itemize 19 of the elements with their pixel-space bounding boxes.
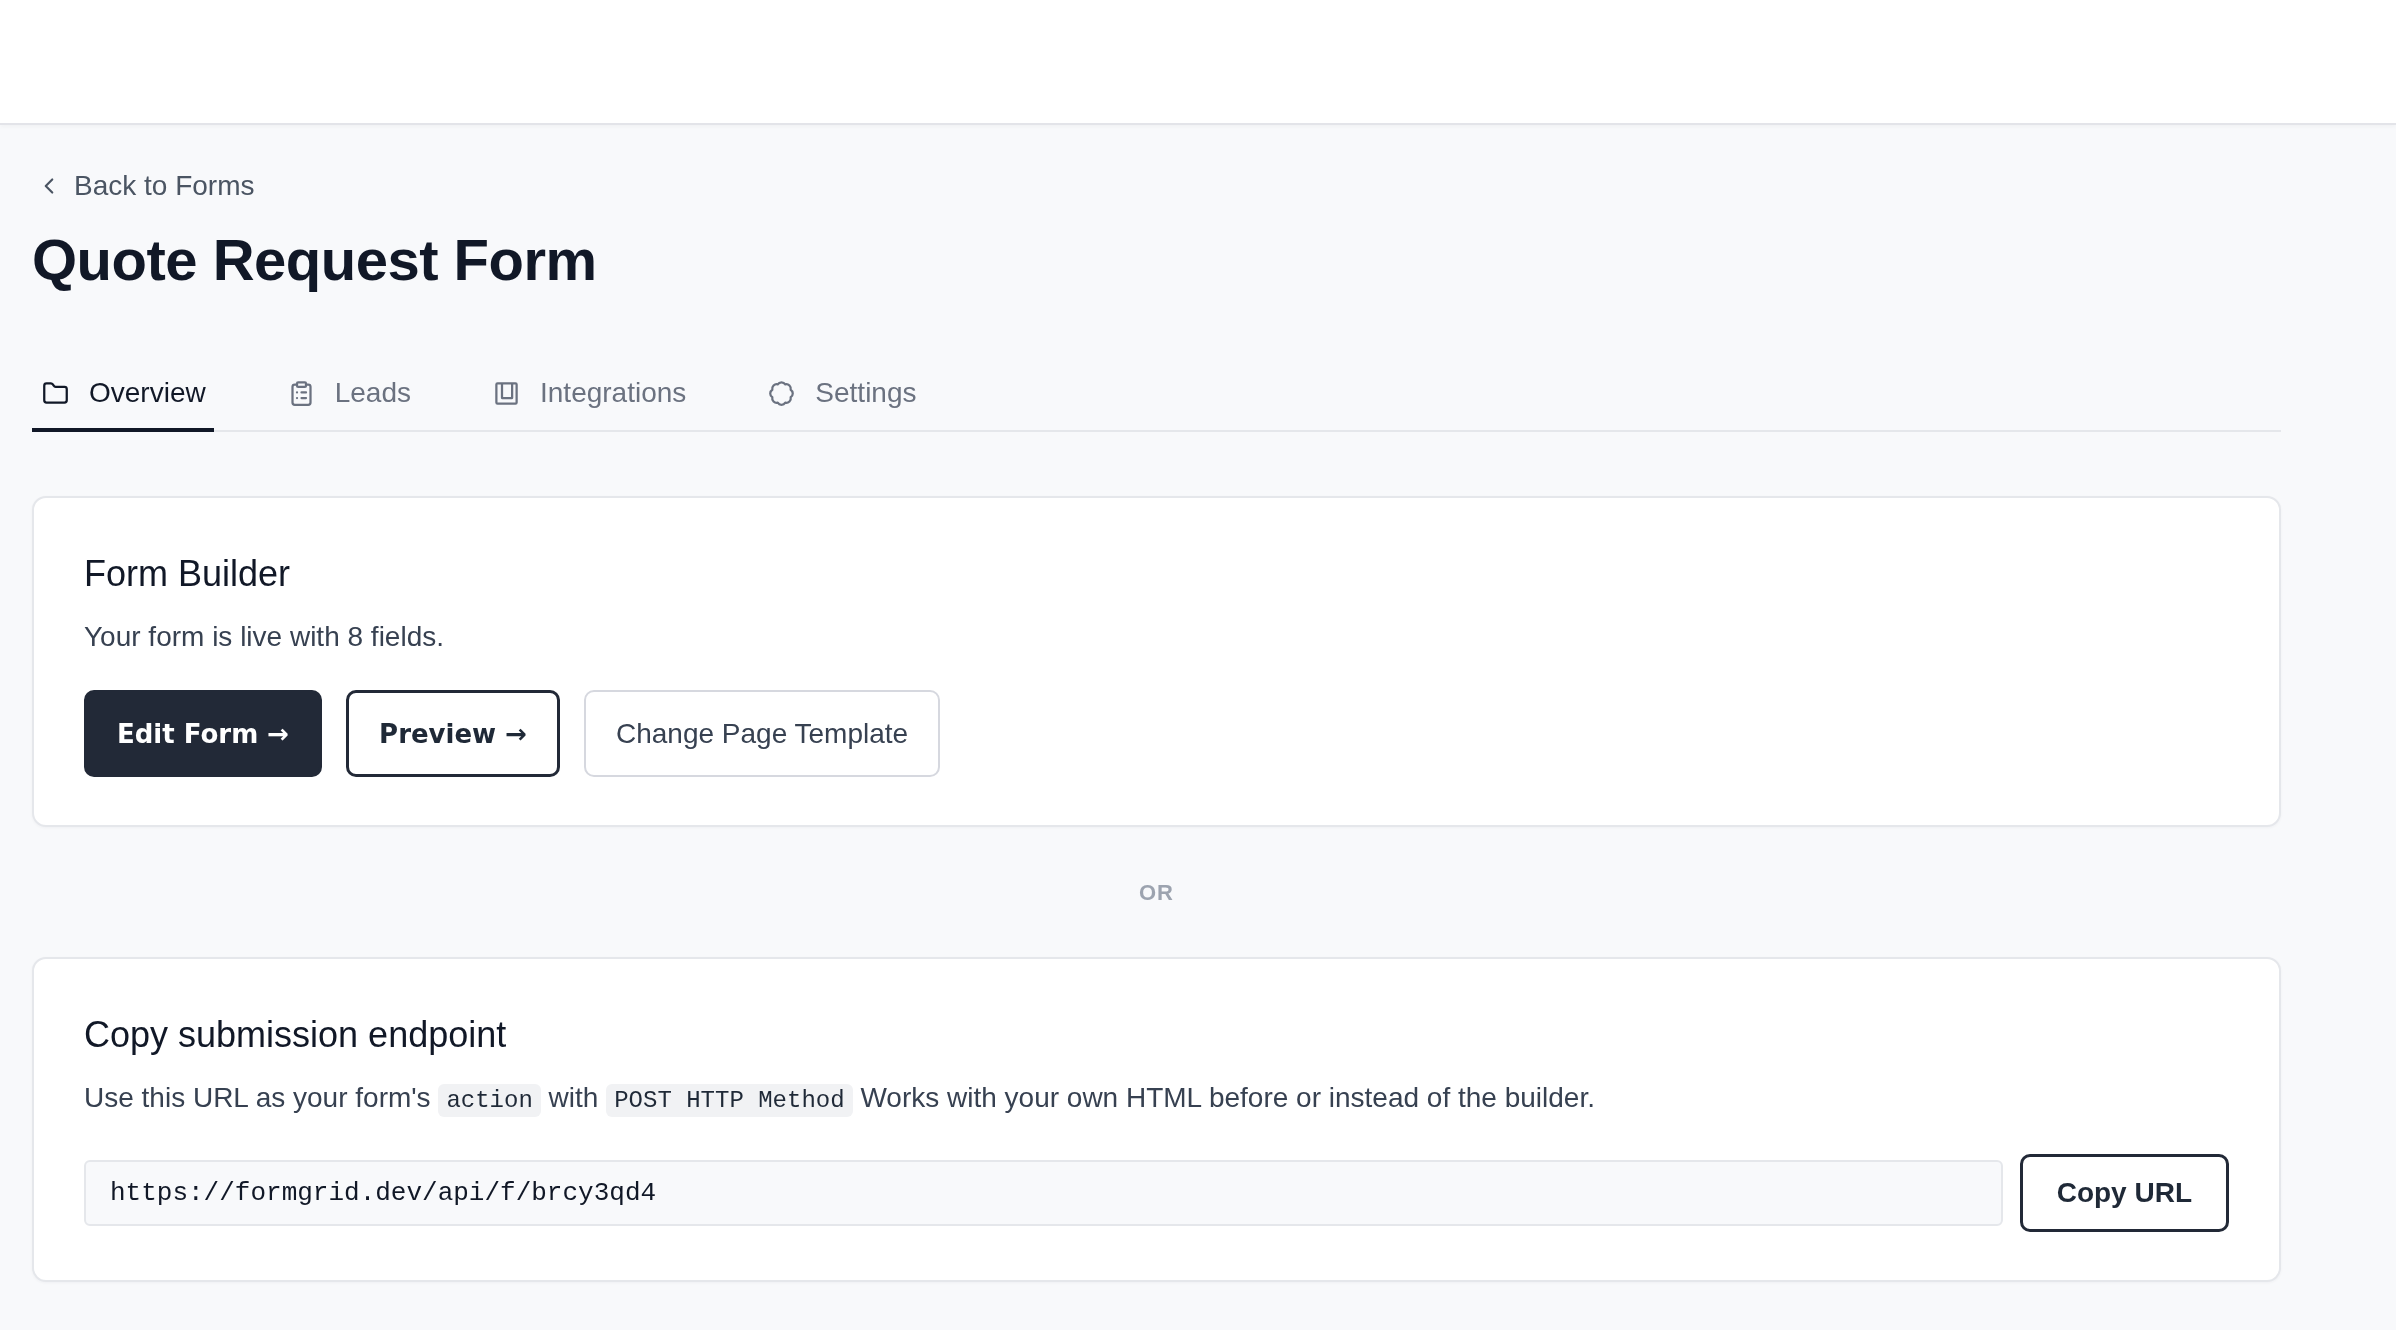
card-description: Your form is live with 8 fields.: [84, 620, 444, 654]
card-description: Use this URL as your form's action with POST HTTP Method Works with your own HTML before or instead of the builder.: [84, 1080, 1595, 1119]
divider-label: OR: [1139, 879, 1174, 907]
preview-button[interactable]: Preview →: [346, 690, 560, 777]
folder-icon: [42, 379, 69, 407]
page-title: Quote Request Form: [32, 226, 597, 294]
change-template-button[interactable]: Change Page Template: [583, 690, 941, 777]
url-field[interactable]: https://formgrid.dev/api/f/brcy3qd4: [84, 1160, 2003, 1226]
card-title: Form Builder: [84, 552, 291, 596]
card-title: Copy submission endpoint: [84, 1013, 507, 1057]
settings-icon: [768, 379, 796, 407]
back-link[interactable]: Back to Forms: [36, 169, 255, 203]
copy-url-button[interactable]: Copy URL: [2019, 1154, 2229, 1232]
tab[interactable]: Leads: [277, 356, 419, 432]
layout-icon: [493, 379, 520, 407]
tab[interactable]: Overview: [32, 356, 214, 432]
tab[interactable]: Settings: [758, 356, 925, 432]
edit-form-button[interactable]: Edit Form →: [84, 690, 323, 777]
tab[interactable]: Integrations: [483, 356, 695, 432]
